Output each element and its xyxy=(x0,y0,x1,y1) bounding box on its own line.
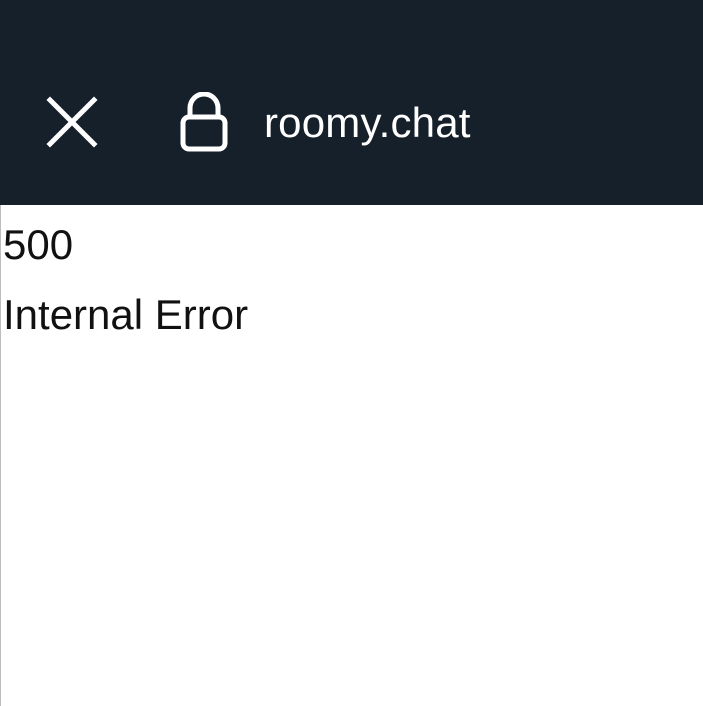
lock-icon xyxy=(180,92,228,152)
browser-screen: roomy.chat 500 Internal Error xyxy=(0,0,703,706)
custom-tab-toolbar: roomy.chat xyxy=(0,0,703,205)
url-text[interactable]: roomy.chat xyxy=(264,98,471,148)
error-status-code: 500 xyxy=(3,221,74,268)
page-content: 500 Internal Error xyxy=(0,205,703,706)
close-button[interactable] xyxy=(34,84,110,160)
close-icon xyxy=(46,96,98,148)
error-message: Internal Error xyxy=(3,291,249,338)
